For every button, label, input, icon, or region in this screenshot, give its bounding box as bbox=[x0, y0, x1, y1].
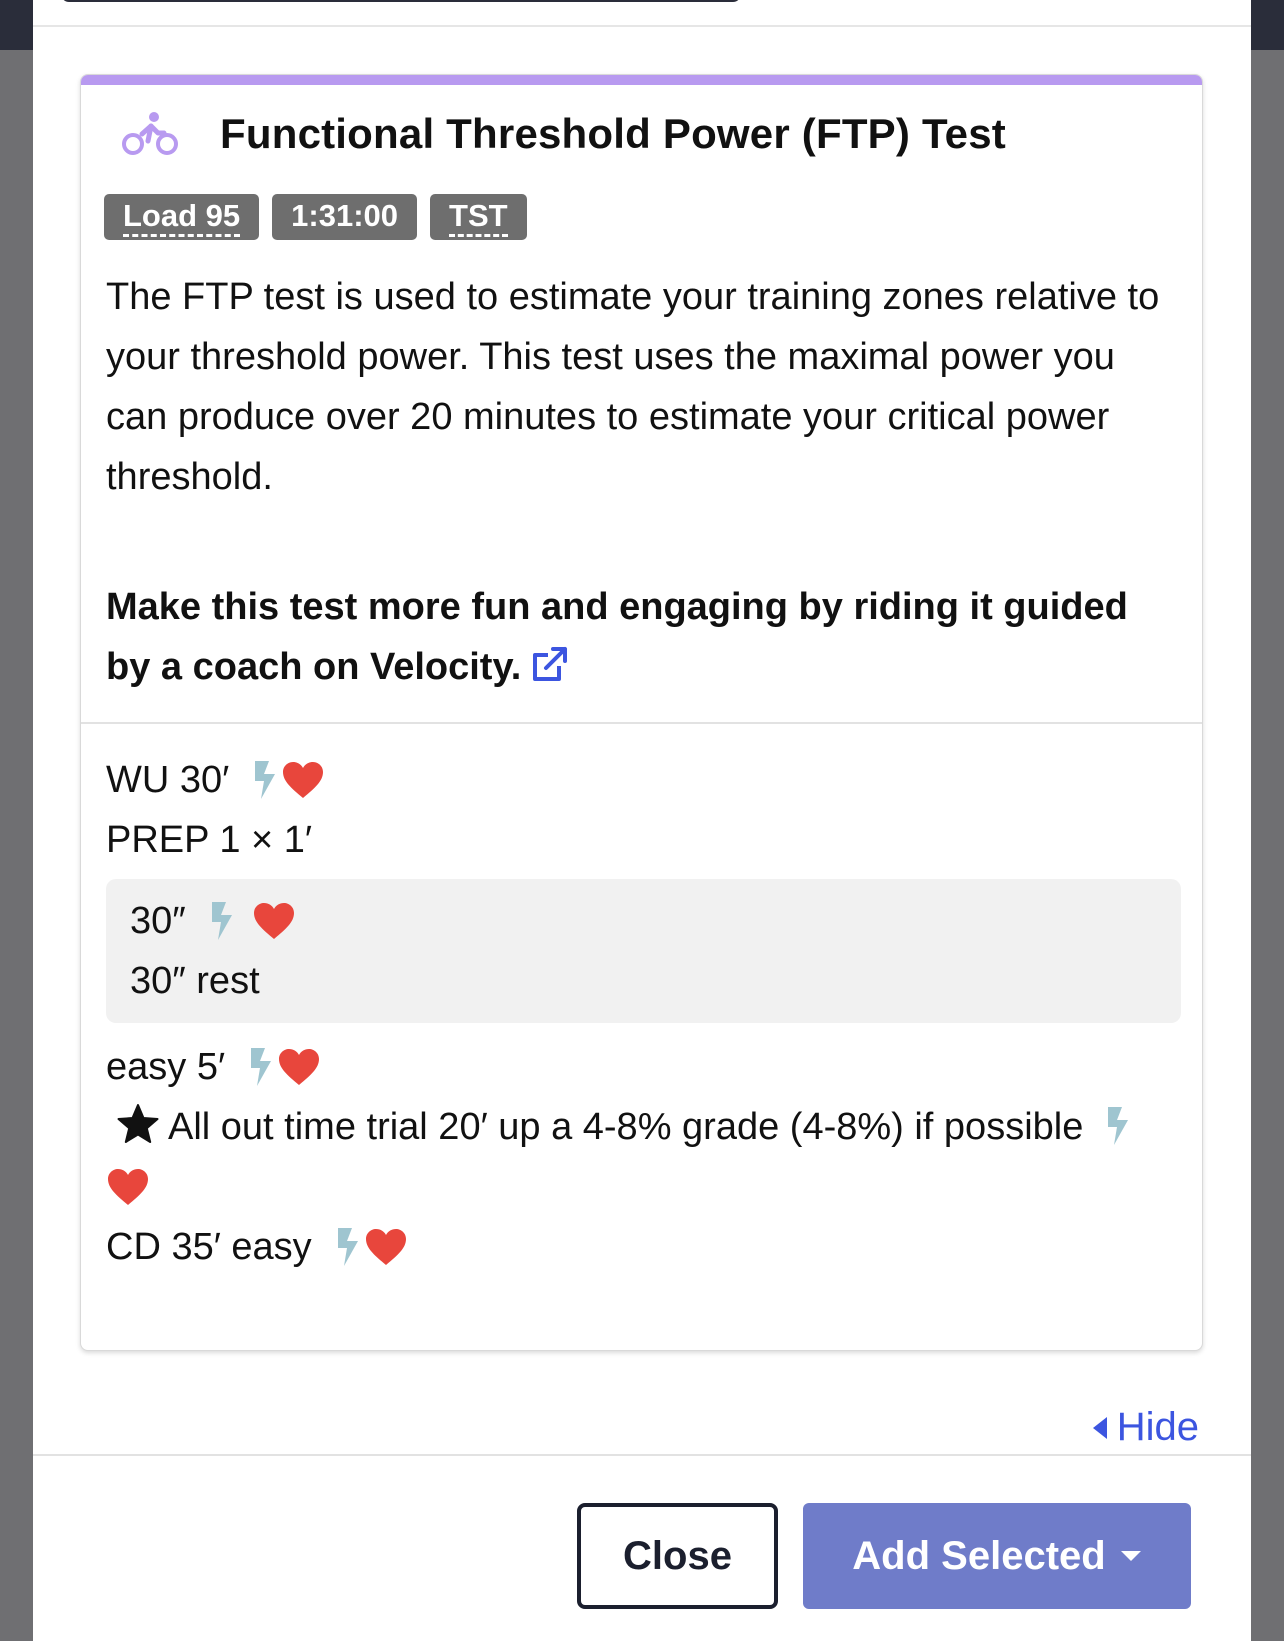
type-badge[interactable]: TST bbox=[430, 194, 527, 240]
bike-icon bbox=[122, 112, 178, 155]
divider bbox=[33, 1454, 1251, 1456]
badge-row: Load 95 1:31:00 TST bbox=[104, 194, 527, 240]
add-selected-button[interactable]: Add Selected bbox=[803, 1503, 1191, 1609]
star-icon bbox=[117, 1104, 159, 1143]
heart-icon bbox=[365, 1229, 406, 1265]
step-cooldown: CD 35′ easy bbox=[106, 1217, 1181, 1277]
promo-text: Make this test more fun and engaging by … bbox=[106, 586, 1128, 688]
heart-icon bbox=[108, 1169, 148, 1205]
power-icon bbox=[337, 1228, 358, 1266]
step-main-set: All out time trial 20′ up a 4-8% grade (… bbox=[106, 1097, 1156, 1217]
workout-steps: WU 30′ PREP 1 × 1′ 30″ 30″ rest easy 5′ … bbox=[106, 750, 1181, 1277]
divider bbox=[81, 722, 1202, 724]
heart-icon bbox=[283, 762, 324, 798]
divider bbox=[33, 25, 1251, 27]
chevron-down-icon bbox=[1120, 1551, 1141, 1561]
power-icon bbox=[251, 1048, 272, 1086]
step-prep: PREP 1 × 1′ bbox=[106, 819, 313, 861]
power-icon bbox=[211, 902, 232, 940]
external-link-icon[interactable] bbox=[529, 645, 569, 685]
duration-badge: 1:31:00 bbox=[272, 194, 418, 240]
power-icon bbox=[255, 761, 276, 799]
step-repeat-group: 30″ 30″ rest bbox=[106, 879, 1181, 1023]
step-prep-on: 30″ bbox=[130, 891, 1157, 951]
step-easy: easy 5′ bbox=[106, 1037, 1181, 1097]
workout-card[interactable]: Functional Threshold Power (FTP) Test Lo… bbox=[80, 74, 1203, 1351]
search-input-edge[interactable] bbox=[61, 0, 741, 2]
heart-icon bbox=[253, 903, 294, 939]
load-badge[interactable]: Load 95 bbox=[104, 194, 260, 240]
heart-icon bbox=[279, 1049, 320, 1085]
workout-header: Functional Threshold Power (FTP) Test bbox=[121, 110, 1006, 158]
step-warmup: WU 30′ bbox=[106, 750, 1181, 810]
modal-dialog: Functional Threshold Power (FTP) Test Lo… bbox=[33, 0, 1251, 1641]
workout-title: Functional Threshold Power (FTP) Test bbox=[220, 110, 1006, 157]
close-button[interactable]: Close bbox=[577, 1503, 778, 1609]
hide-link[interactable]: Hide bbox=[1091, 1405, 1199, 1450]
power-icon bbox=[1108, 1107, 1129, 1145]
card-accent-bar bbox=[81, 75, 1202, 85]
workout-description: The FTP test is used to estimate your tr… bbox=[106, 276, 1160, 498]
caret-left-icon bbox=[1092, 1416, 1107, 1439]
step-prep-rest: 30″ rest bbox=[130, 960, 260, 1002]
